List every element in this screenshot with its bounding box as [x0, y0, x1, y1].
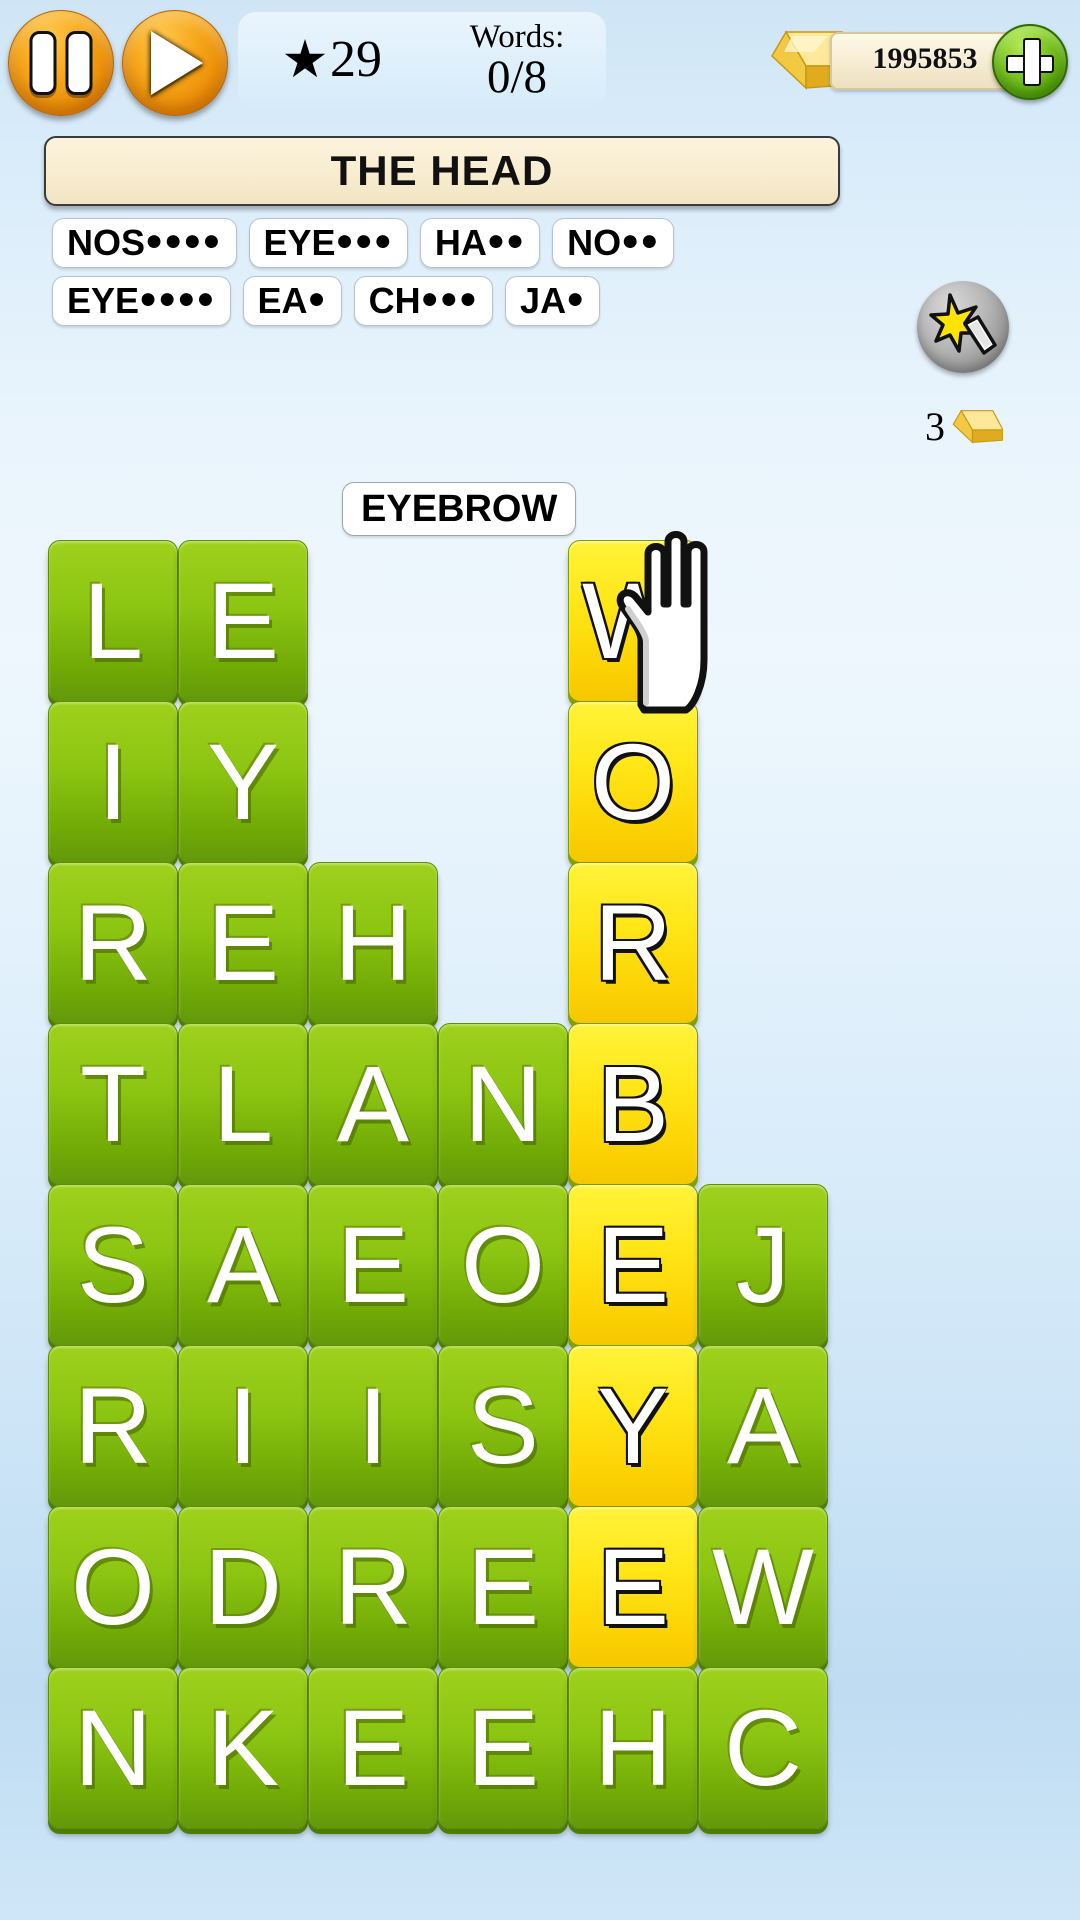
- word-hint-prefix: EYE: [67, 280, 140, 321]
- letter-grid[interactable]: LEWIYOREHRTLANBSAEOEJRIISYAODREEWNKEEHC: [48, 540, 880, 1880]
- letter-tile[interactable]: E: [438, 1667, 568, 1829]
- wand-cost: 3: [916, 398, 1012, 454]
- letter-tile[interactable]: K: [178, 1667, 308, 1829]
- letter-tile[interactable]: I: [48, 701, 178, 863]
- word-hint-prefix: JA: [520, 280, 567, 321]
- letter-tile[interactable]: E: [568, 1506, 698, 1668]
- word-hint-prefix: NOS: [67, 222, 146, 263]
- magic-wand-button[interactable]: [917, 281, 1009, 373]
- word-hint-prefix: CH: [368, 280, 421, 321]
- letter-tile[interactable]: E: [568, 1184, 698, 1346]
- letter-tile[interactable]: Y: [568, 1345, 698, 1507]
- letter-tile[interactable]: I: [308, 1345, 438, 1507]
- letter-tile[interactable]: E: [308, 1184, 438, 1346]
- letter-tile[interactable]: E: [438, 1506, 568, 1668]
- letter-tile[interactable]: R: [568, 862, 698, 1024]
- words-value: 0/8: [486, 51, 548, 103]
- star-score: 29: [238, 34, 428, 86]
- letter-tile[interactable]: Y: [178, 701, 308, 863]
- word-hint-chip[interactable]: HA ●●: [419, 218, 541, 268]
- star-icon: [284, 39, 326, 78]
- top-bar: 29 Words: 0/8 1995853: [0, 0, 1080, 120]
- gold-counter: 1995853: [768, 22, 1068, 100]
- letter-tile[interactable]: C: [698, 1667, 828, 1829]
- word-hint-chip[interactable]: NOS ●●●●: [52, 218, 237, 268]
- letter-tile[interactable]: B: [568, 1023, 698, 1185]
- word-hint-dots: ●●●●: [139, 282, 216, 315]
- words-progress: Words: 0/8: [428, 19, 606, 103]
- word-hint-dots: ●●●: [335, 224, 393, 257]
- letter-tile[interactable]: J: [698, 1184, 828, 1346]
- word-hint-prefix: EYE: [263, 222, 336, 263]
- gold-bar-icon: [952, 409, 1003, 444]
- word-hint-chip[interactable]: CH ●●●: [353, 276, 494, 326]
- letter-tile[interactable]: O: [568, 701, 698, 863]
- letter-tile[interactable]: T: [48, 1023, 178, 1185]
- letter-tile[interactable]: W: [568, 540, 698, 702]
- letter-tile[interactable]: R: [48, 1345, 178, 1507]
- letter-tile[interactable]: S: [438, 1345, 568, 1507]
- letter-tile[interactable]: E: [308, 1667, 438, 1829]
- word-hint-dots: ●: [307, 282, 327, 315]
- wand-cost-value: 3: [925, 403, 945, 449]
- word-hint-chip[interactable]: NO ●●: [552, 218, 675, 268]
- word-hint-dots: ●: [566, 282, 586, 315]
- letter-tile[interactable]: D: [178, 1506, 308, 1668]
- word-hint-chip[interactable]: JA ●: [505, 276, 601, 326]
- letter-tile[interactable]: I: [178, 1345, 308, 1507]
- word-hint-dots: ●●: [486, 224, 526, 257]
- letter-tile[interactable]: O: [438, 1184, 568, 1346]
- letter-tile[interactable]: W: [698, 1506, 828, 1668]
- play-button[interactable]: [122, 10, 228, 116]
- word-hint-chip[interactable]: EYE ●●●: [248, 218, 408, 268]
- letter-tile[interactable]: H: [568, 1667, 698, 1829]
- letter-tile[interactable]: L: [178, 1023, 308, 1185]
- letter-tile[interactable]: A: [178, 1184, 308, 1346]
- word-hint-row: EYE ●●●● EA ● CH ●●● JA ●: [52, 276, 772, 326]
- letter-tile[interactable]: E: [178, 540, 308, 702]
- letter-tile[interactable]: H: [308, 862, 438, 1024]
- letter-tile[interactable]: R: [48, 862, 178, 1024]
- letter-tile[interactable]: N: [48, 1667, 178, 1829]
- letter-tile[interactable]: S: [48, 1184, 178, 1346]
- word-hint-row: NOS ●●●● EYE ●●● HA ●● NO ●●: [52, 218, 772, 268]
- letter-tile[interactable]: A: [698, 1345, 828, 1507]
- word-hint-prefix: HA: [434, 222, 487, 263]
- add-gold-button[interactable]: [992, 24, 1068, 100]
- letter-tile[interactable]: L: [48, 540, 178, 702]
- word-hint-dots: ●●●: [420, 282, 479, 315]
- category-banner: THE HEAD: [44, 136, 840, 206]
- word-hint-dots: ●●: [621, 224, 660, 257]
- word-hint-dots: ●●●●: [145, 224, 222, 257]
- word-hint-chip[interactable]: EA ●: [242, 276, 342, 326]
- words-label: Words:: [469, 19, 565, 55]
- word-hint-prefix: EA: [257, 280, 308, 321]
- letter-tile[interactable]: E: [178, 862, 308, 1024]
- letter-tile[interactable]: A: [308, 1023, 438, 1185]
- current-word-label: EYEBROW: [342, 482, 577, 536]
- letter-tile[interactable]: N: [438, 1023, 568, 1185]
- word-hint-list: NOS ●●●● EYE ●●● HA ●● NO ●● EYE ●●●● EA ● CH ●●● JA ●: [52, 218, 772, 334]
- letter-tile[interactable]: R: [308, 1506, 438, 1668]
- pause-button[interactable]: [8, 10, 114, 116]
- word-hint-prefix: NO: [567, 222, 622, 263]
- star-count: 29: [330, 31, 382, 88]
- word-hint-chip[interactable]: EYE ●●●●: [52, 276, 231, 326]
- magic-wand-icon: [929, 293, 997, 355]
- letter-tile[interactable]: O: [48, 1506, 178, 1668]
- score-panel: 29 Words: 0/8: [238, 12, 606, 108]
- pause-icon: [29, 31, 93, 95]
- play-icon: [151, 31, 204, 95]
